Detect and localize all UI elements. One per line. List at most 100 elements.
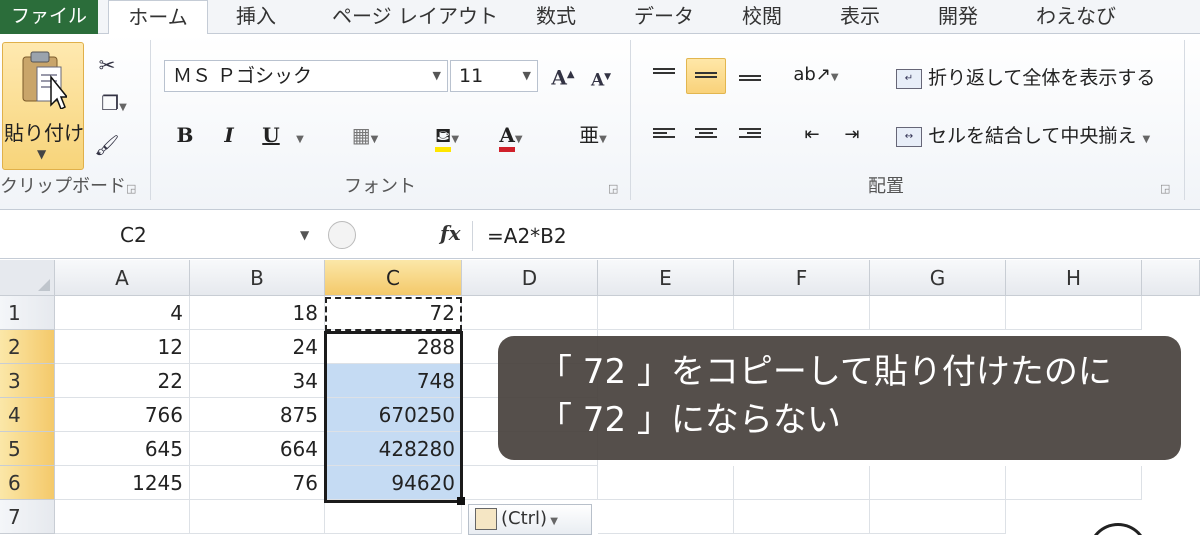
- cell-e7[interactable]: [598, 500, 734, 534]
- formula-bar-splitter[interactable]: [328, 221, 356, 249]
- cell-b7[interactable]: [190, 500, 325, 534]
- font-size-select[interactable]: 11 ▼: [450, 60, 538, 92]
- format-painter-button[interactable]: 🖌: [90, 130, 124, 160]
- column-header-d[interactable]: D: [462, 260, 598, 296]
- increase-indent-button[interactable]: ⇥: [832, 118, 872, 154]
- column-header-next[interactable]: [1142, 260, 1200, 296]
- column-header-c[interactable]: C: [325, 260, 462, 296]
- cell-b3[interactable]: 34: [190, 364, 325, 398]
- cell-e6[interactable]: [598, 466, 734, 500]
- cell-f6[interactable]: [734, 466, 870, 500]
- cell-d6[interactable]: [462, 466, 598, 500]
- align-top-button[interactable]: [644, 58, 684, 94]
- select-all-corner[interactable]: [0, 260, 55, 296]
- chevron-down-icon: ▼: [37, 147, 47, 161]
- caption-overlay: 「 72 」をコピーして貼り付けたのに 「 72 」にならない: [498, 336, 1181, 460]
- align-center-icon: [695, 128, 717, 142]
- tab-data[interactable]: データ: [634, 0, 694, 34]
- column-header-e[interactable]: E: [598, 260, 734, 296]
- tab-review[interactable]: 校閲: [742, 0, 782, 34]
- column-header-b[interactable]: B: [190, 260, 325, 296]
- font-name-select[interactable]: ＭＳ Ｐゴシック ▼: [164, 60, 448, 92]
- row-header-1[interactable]: 1: [0, 296, 55, 330]
- row-header-3[interactable]: 3: [0, 364, 55, 398]
- shrink-font-button[interactable]: A▼: [584, 62, 618, 92]
- underline-button[interactable]: U: [258, 120, 284, 150]
- cell-b6[interactable]: 76: [190, 466, 325, 500]
- cell-e1[interactable]: [598, 296, 734, 330]
- dialog-launcher-icon[interactable]: ◲: [126, 182, 136, 195]
- cell-a3[interactable]: 22: [55, 364, 190, 398]
- cell-d1[interactable]: [462, 296, 598, 330]
- formula-input[interactable]: =A2*B2: [472, 221, 1200, 251]
- cell-b4[interactable]: 875: [190, 398, 325, 432]
- cell-a2[interactable]: 12: [55, 330, 190, 364]
- align-center-button[interactable]: [686, 118, 726, 154]
- clipboard-icon: [475, 508, 497, 530]
- cell-a7[interactable]: [55, 500, 190, 534]
- column-header-a[interactable]: A: [55, 260, 190, 296]
- bold-button[interactable]: B: [172, 120, 198, 150]
- align-left-icon: [653, 128, 675, 142]
- column-header-f[interactable]: F: [734, 260, 870, 296]
- dialog-launcher-icon[interactable]: ◲: [608, 182, 618, 195]
- font-color-button[interactable]: A▼: [484, 120, 538, 152]
- cut-button[interactable]: ✂: [90, 50, 124, 80]
- fill-color-button[interactable]: ⛾▼: [420, 120, 474, 152]
- column-header-h[interactable]: H: [1006, 260, 1142, 296]
- row-header-7[interactable]: 7: [0, 500, 55, 534]
- tab-insert[interactable]: 挿入: [236, 0, 276, 34]
- cell-b5[interactable]: 664: [190, 432, 325, 466]
- cell-b1[interactable]: 18: [190, 296, 325, 330]
- row-header-6[interactable]: 6: [0, 466, 55, 500]
- tab-wae[interactable]: わえなび: [1036, 0, 1116, 34]
- tab-home[interactable]: ホーム: [108, 0, 208, 36]
- tab-page-layout[interactable]: ページ レイアウト: [332, 0, 498, 34]
- column-header-g[interactable]: G: [870, 260, 1006, 296]
- merge-center-button[interactable]: ↔ セルを結合して中央揃え ▼: [896, 120, 1150, 152]
- tab-developer[interactable]: 開発: [938, 0, 978, 34]
- copy-button[interactable]: ❐▼: [90, 88, 138, 118]
- align-left-button[interactable]: [644, 118, 684, 154]
- paste-options-label: (Ctrl): [501, 508, 548, 529]
- cell-f1[interactable]: [734, 296, 870, 330]
- cell-h6[interactable]: [1006, 466, 1142, 500]
- decrease-indent-button[interactable]: ⇤: [792, 118, 832, 154]
- grow-font-button[interactable]: A▲: [546, 60, 580, 90]
- cell-c7[interactable]: [325, 500, 462, 534]
- row-header-5[interactable]: 5: [0, 432, 55, 466]
- cell-a6[interactable]: 1245: [55, 466, 190, 500]
- row-header-2[interactable]: 2: [0, 330, 55, 364]
- row-header-4[interactable]: 4: [0, 398, 55, 432]
- cell-f7[interactable]: [734, 500, 870, 534]
- dialog-launcher-icon[interactable]: ◲: [1160, 182, 1170, 195]
- alignment-group-label: 配置: [868, 176, 904, 197]
- underline-dropdown[interactable]: ▼: [290, 120, 310, 150]
- cell-g1[interactable]: [870, 296, 1006, 330]
- fill-handle[interactable]: [457, 497, 465, 505]
- insert-function-icon[interactable]: fx: [440, 221, 461, 245]
- borders-button[interactable]: ▦▼: [340, 120, 390, 150]
- cell-a5[interactable]: 645: [55, 432, 190, 466]
- cell-h1[interactable]: [1006, 296, 1142, 330]
- tab-formulas[interactable]: 数式: [536, 0, 576, 34]
- cell-a4[interactable]: 766: [55, 398, 190, 432]
- align-bottom-button[interactable]: [730, 58, 770, 94]
- orientation-button[interactable]: ab↗▼: [790, 58, 842, 94]
- cell-a1[interactable]: 4: [55, 296, 190, 330]
- group-divider: [630, 40, 631, 200]
- wrap-text-button[interactable]: ↵ 折り返して全体を表示する: [896, 62, 1155, 94]
- phonetic-button[interactable]: 亜▼: [568, 120, 618, 150]
- cell-g7[interactable]: [870, 500, 1006, 534]
- merge-center-label: セルを結合して中央揃え: [928, 125, 1137, 147]
- tab-file[interactable]: ファイル: [0, 0, 98, 34]
- cell-b2[interactable]: 24: [190, 330, 325, 364]
- align-middle-button[interactable]: [686, 58, 726, 94]
- cell-g6[interactable]: [870, 466, 1006, 500]
- paste-options-button[interactable]: (Ctrl) ▼: [468, 504, 592, 535]
- tab-view[interactable]: 表示: [840, 0, 880, 34]
- italic-button[interactable]: I: [216, 120, 242, 150]
- align-right-button[interactable]: [730, 118, 770, 154]
- name-box[interactable]: C2 ▼: [0, 219, 320, 251]
- paste-button[interactable]: 貼り付け ▼: [2, 42, 84, 170]
